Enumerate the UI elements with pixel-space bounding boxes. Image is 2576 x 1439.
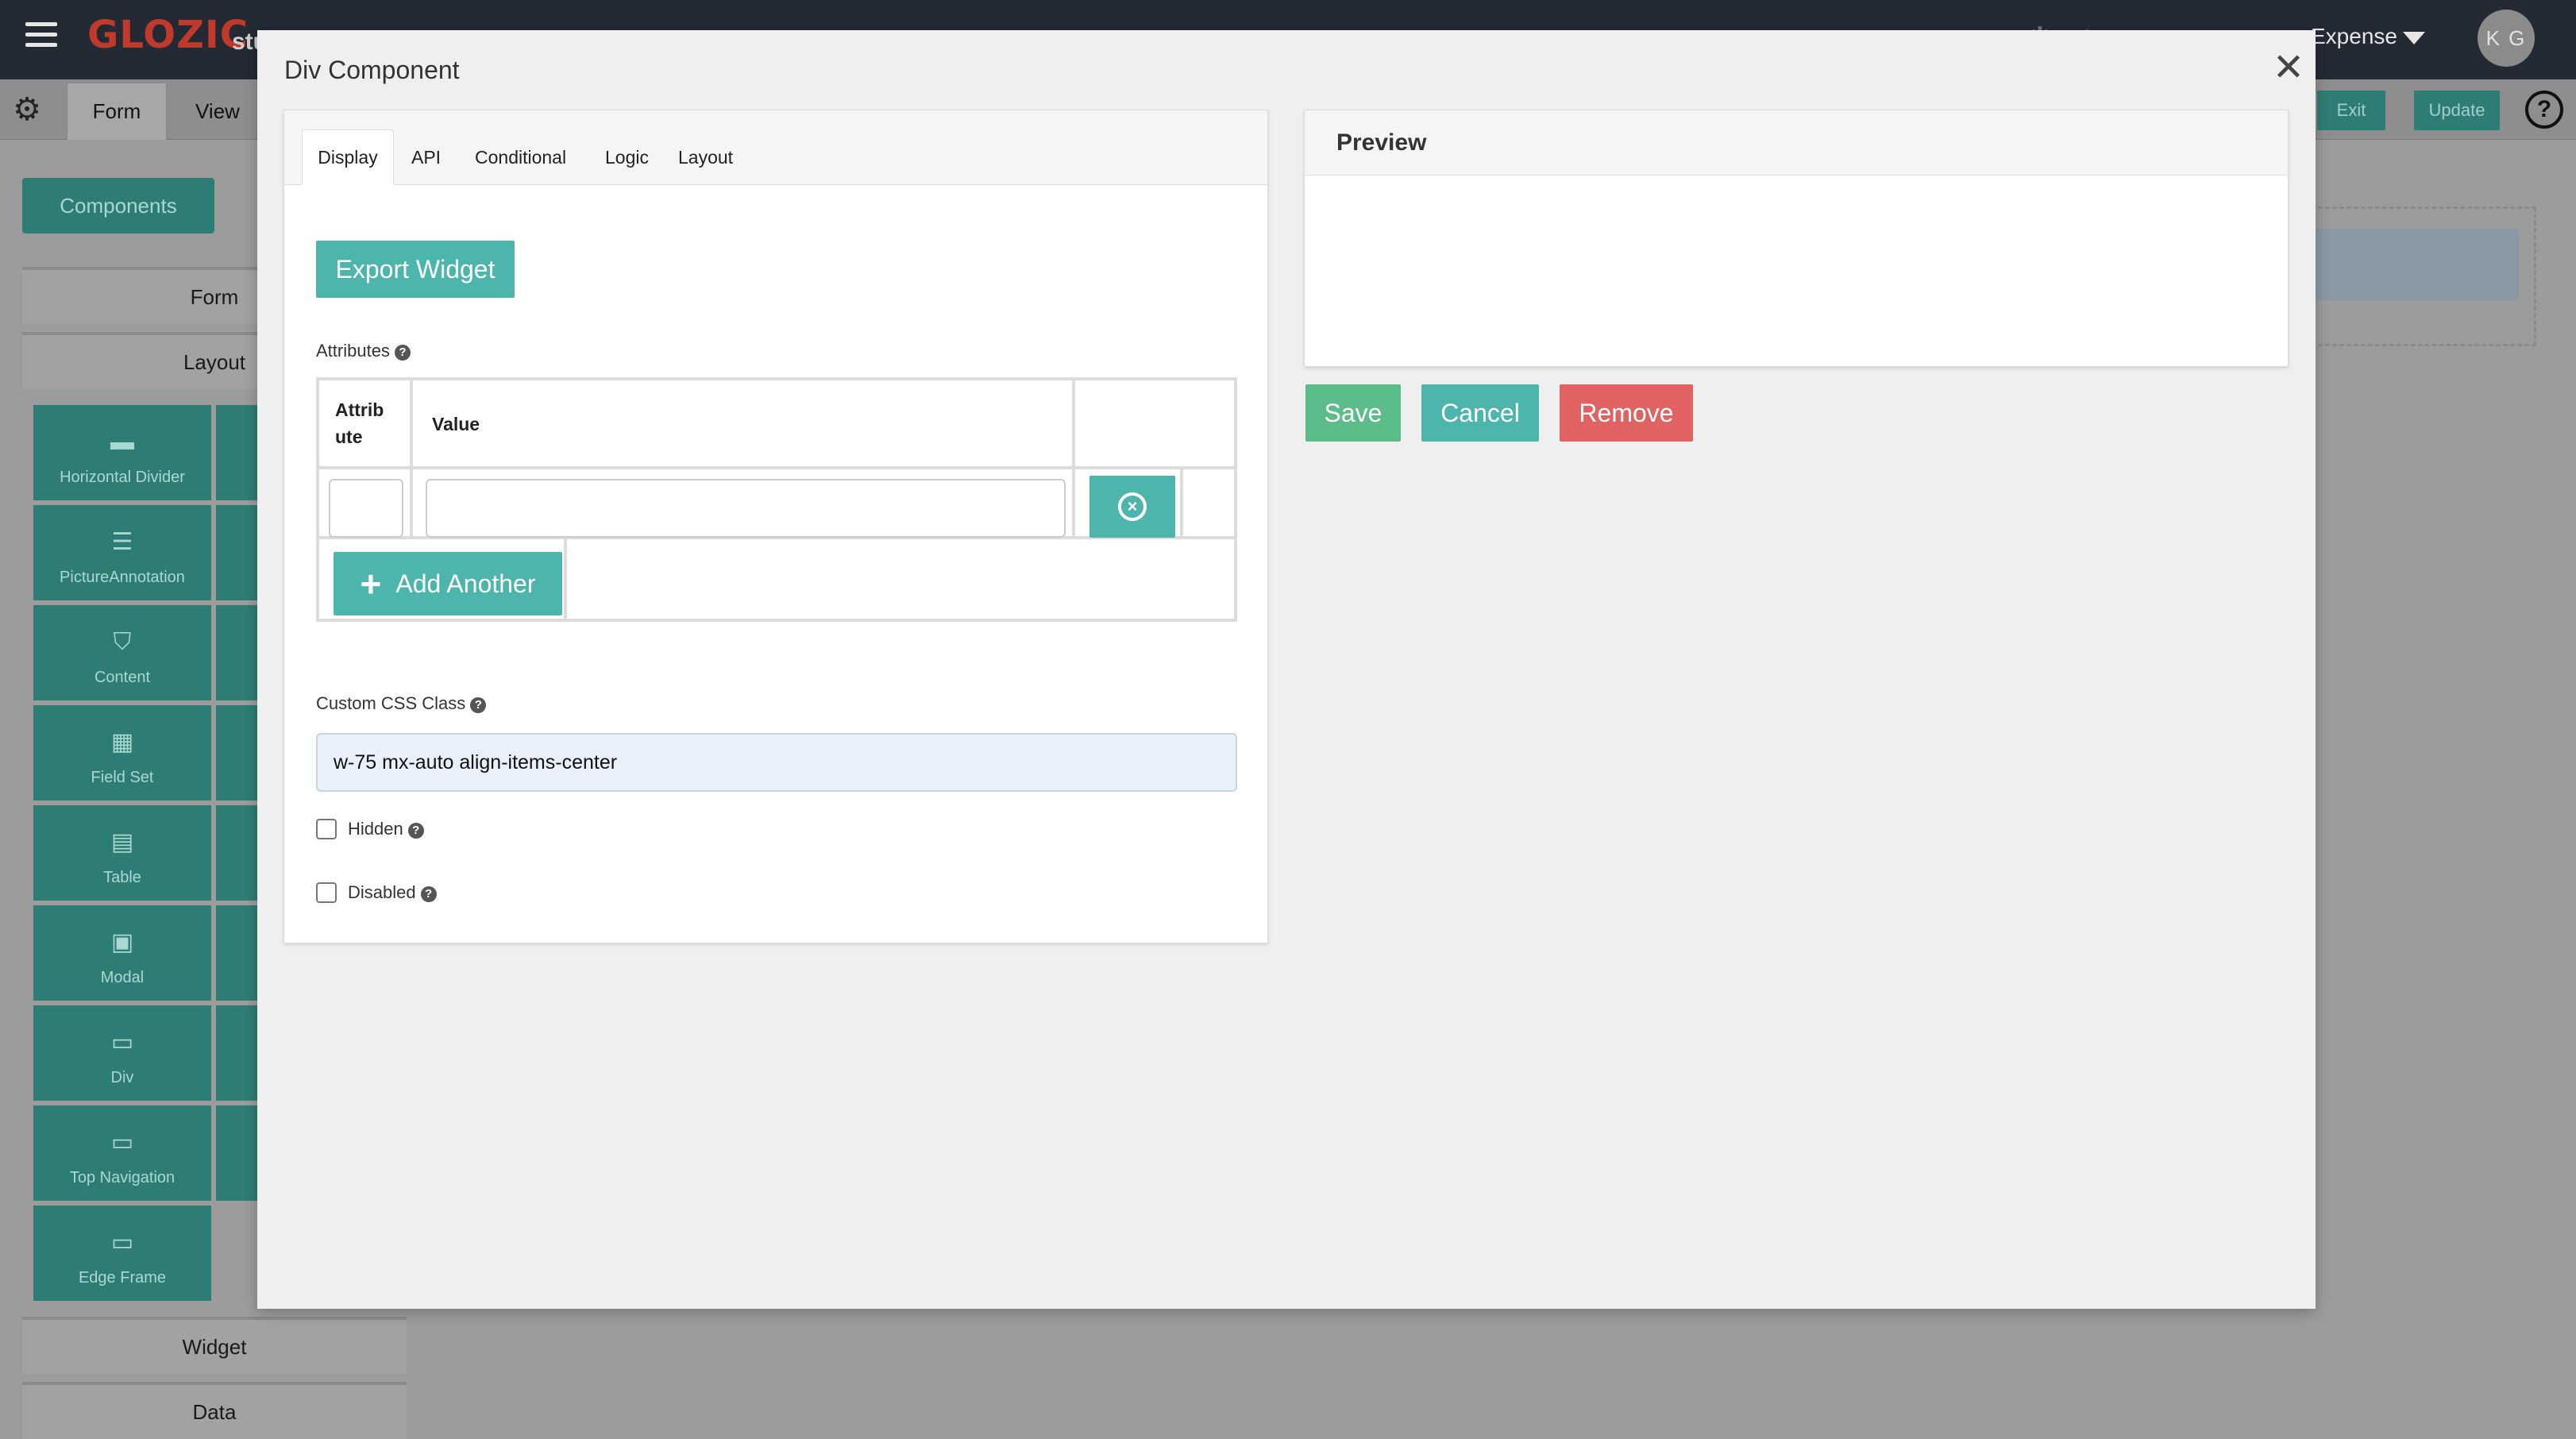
section-data[interactable]: Data xyxy=(22,1382,407,1439)
window-icon: ▣ xyxy=(110,929,134,955)
question-circle-icon[interactable]: ? xyxy=(420,886,437,902)
div-component-modal: Div Component ✕ Display API Conditional … xyxy=(257,30,2316,1309)
help-icon[interactable]: ? xyxy=(2525,91,2563,129)
table-divider xyxy=(564,539,567,619)
attributes-table: Attrib ute Value × + Add Another xyxy=(316,377,1237,622)
bars-icon: ☰ xyxy=(111,529,133,555)
app-logo[interactable]: GLOZIC xyxy=(87,13,249,57)
modal-title: Div Component xyxy=(284,56,460,84)
tab-form[interactable]: Form xyxy=(67,83,167,140)
preview-title: Preview xyxy=(1336,129,1427,156)
exit-button[interactable]: Exit xyxy=(2317,91,2385,130)
table-divider xyxy=(1072,380,1075,536)
hidden-label-text: Hidden xyxy=(348,819,403,839)
table-divider xyxy=(1180,469,1183,536)
preview-header: Preview xyxy=(1305,110,2288,176)
card-icon: ▭ xyxy=(110,1129,134,1155)
tile-partial[interactable] xyxy=(216,805,257,901)
tile-partial[interactable] xyxy=(216,1105,257,1201)
tile-picture-annotation[interactable]: ☰ PictureAnnotation xyxy=(33,505,211,600)
custom-css-input[interactable]: w-75 mx-auto align-items-center xyxy=(316,733,1237,792)
caret-down-icon[interactable] xyxy=(2403,32,2425,44)
tile-content[interactable]: ⛉ Content xyxy=(33,605,211,700)
tab-display[interactable]: Display xyxy=(302,129,394,185)
attribute-column-header: Attrib ute xyxy=(335,399,384,447)
minus-icon: ▬ xyxy=(110,429,134,455)
preview-card: Preview xyxy=(1304,110,2289,367)
custom-css-label-text: Custom CSS Class xyxy=(316,693,466,713)
layout-tiles-second-column xyxy=(216,405,257,1206)
tile-modal[interactable]: ▣ Modal xyxy=(33,905,211,1001)
hamburger-menu-icon[interactable] xyxy=(25,22,57,48)
tab-view[interactable]: View xyxy=(168,83,267,140)
attribute-input[interactable] xyxy=(329,479,403,538)
tile-horizontal-divider[interactable]: ▬ Horizontal Divider xyxy=(33,405,211,500)
tab-logic[interactable]: Logic xyxy=(589,129,665,185)
disabled-checkbox[interactable] xyxy=(316,882,337,903)
question-circle-icon[interactable]: ? xyxy=(470,697,487,713)
tile-label: Field Set xyxy=(91,769,154,786)
close-icon[interactable]: ✕ xyxy=(2269,48,2308,89)
tile-top-navigation[interactable]: ▭ Top Navigation xyxy=(33,1105,211,1201)
hidden-checkbox[interactable] xyxy=(316,819,337,839)
remove-row-button[interactable]: × xyxy=(1089,476,1175,538)
settings-tabs: Display API Conditional Logic Layout xyxy=(284,110,1267,185)
html5-icon: ⛉ xyxy=(113,629,132,655)
export-widget-button[interactable]: Export Widget xyxy=(316,241,515,298)
table-divider xyxy=(319,466,1234,469)
plus-icon: + xyxy=(360,563,382,604)
settings-card: Display API Conditional Logic Layout Exp… xyxy=(283,110,1268,943)
tab-layout[interactable]: Layout xyxy=(662,129,749,185)
cancel-button[interactable]: Cancel xyxy=(1421,384,1539,442)
section-widget[interactable]: Widget xyxy=(22,1317,407,1374)
tile-label: Horizontal Divider xyxy=(60,469,185,486)
question-circle-icon[interactable]: ? xyxy=(407,823,424,839)
card-icon: ▭ xyxy=(110,1229,134,1256)
tile-partial[interactable] xyxy=(216,905,257,1001)
canvas-component[interactable] xyxy=(2303,229,2519,300)
disabled-label: Disabled? xyxy=(348,882,437,903)
tile-label: Modal xyxy=(100,969,145,986)
tile-label: Top Navigation xyxy=(69,1169,175,1186)
tile-field-set[interactable]: ▦ Field Set xyxy=(33,705,211,801)
custom-css-label: Custom CSS Class? xyxy=(316,693,487,714)
attributes-label: Attributes? xyxy=(316,341,411,361)
tile-label: Edge Frame xyxy=(78,1269,167,1287)
tile-edge-frame[interactable]: ▭ Edge Frame xyxy=(33,1206,211,1301)
remove-button[interactable]: Remove xyxy=(1560,384,1693,442)
value-column-header: Value xyxy=(432,414,480,434)
tile-label: Div xyxy=(110,1069,134,1086)
tile-label: Content xyxy=(94,669,151,686)
tile-label: PictureAnnotation xyxy=(60,569,185,586)
tile-partial[interactable] xyxy=(216,605,257,700)
remove-circle-icon: × xyxy=(1118,492,1147,521)
tab-conditional[interactable]: Conditional xyxy=(459,129,582,185)
tile-table[interactable]: ▤ Table xyxy=(33,805,211,901)
question-circle-icon[interactable]: ? xyxy=(394,345,411,361)
tile-label: Table xyxy=(103,869,141,886)
add-another-label: Add Another xyxy=(395,569,536,598)
disabled-label-text: Disabled xyxy=(348,882,416,902)
tile-partial[interactable] xyxy=(216,505,257,600)
tile-div[interactable]: ▭ Div xyxy=(33,1005,211,1101)
hidden-label: Hidden? xyxy=(348,819,424,839)
tab-api[interactable]: API xyxy=(395,129,457,185)
add-another-button[interactable]: + Add Another xyxy=(334,552,562,615)
table-icon: ▤ xyxy=(110,829,134,855)
tile-partial[interactable] xyxy=(216,705,257,801)
update-button[interactable]: Update xyxy=(2414,91,2500,130)
value-input[interactable] xyxy=(426,479,1066,538)
components-button[interactable]: Components xyxy=(22,178,214,233)
table-divider xyxy=(410,380,413,536)
layout-tiles: ▬ Horizontal Divider ☰ PictureAnnotation… xyxy=(33,405,216,1306)
tile-partial[interactable] xyxy=(216,1005,257,1101)
tile-partial[interactable] xyxy=(216,405,257,500)
user-avatar[interactable]: K G xyxy=(2478,10,2535,67)
attributes-label-text: Attributes xyxy=(316,341,390,361)
app-selector[interactable]: Expense xyxy=(2311,24,2397,49)
grid-icon: ▦ xyxy=(110,729,134,755)
save-button[interactable]: Save xyxy=(1305,384,1401,442)
settings-gear-icon[interactable]: ⚙ xyxy=(10,92,44,127)
card-icon: ▭ xyxy=(110,1029,134,1055)
